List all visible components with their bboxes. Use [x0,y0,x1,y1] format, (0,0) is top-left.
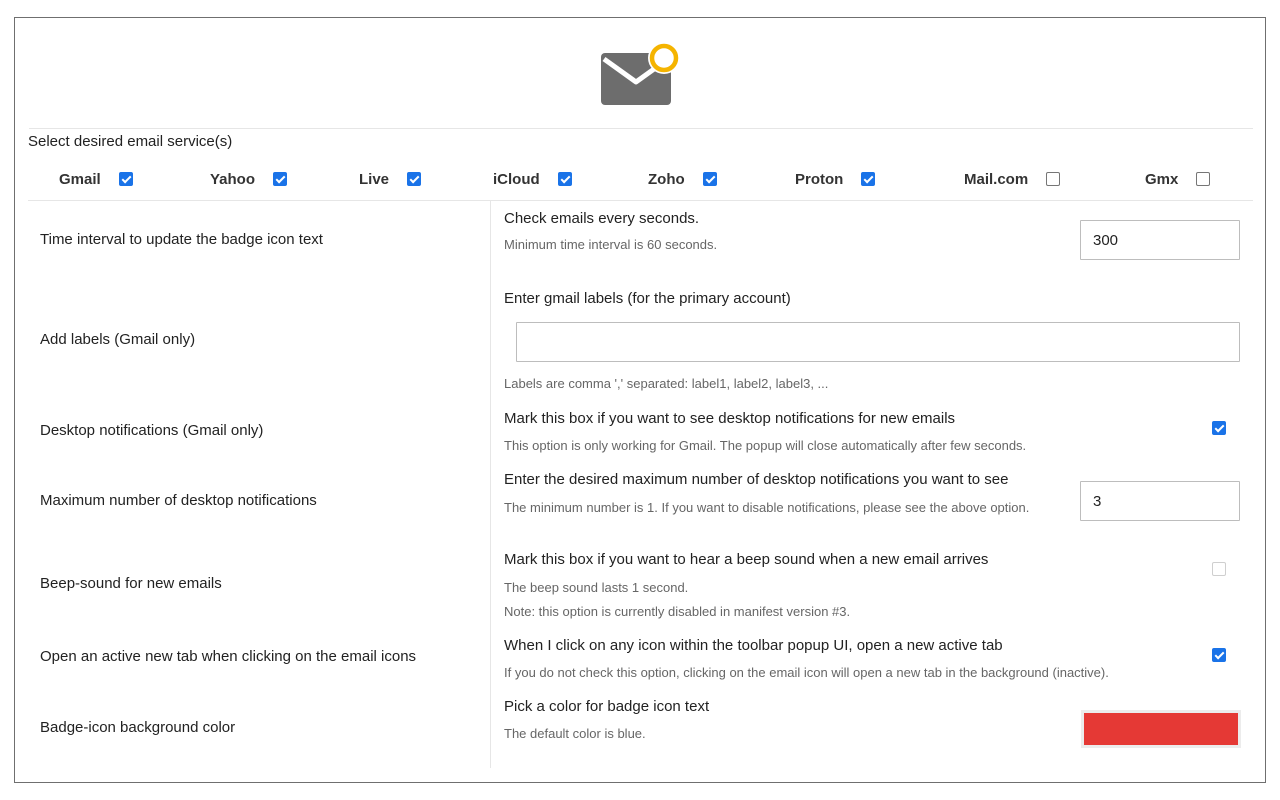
labels-input[interactable] [516,322,1240,362]
notifications-hint: This option is only working for Gmail. T… [504,438,1027,453]
service-zoho[interactable]: Zoho [648,168,717,190]
beep-label: Beep-sound for new emails [40,575,222,592]
service-zoho-checkbox[interactable] [702,172,717,186]
interval-title: Check emails every seconds. [504,210,700,227]
services-row: Gmail Yahoo Live iCloud Zoho Proton Mail… [15,168,1267,190]
active-tab-checkbox-wrap [1212,648,1226,667]
beep-title: Mark this box if you want to hear a beep… [504,551,989,568]
max-notifications-hint: The minimum number is 1. If you want to … [504,500,1030,515]
settings-divider [28,200,1253,201]
service-label: Zoho [648,170,685,188]
interval-label: Time interval to update the badge icon t… [40,231,323,248]
service-live-checkbox[interactable] [407,172,422,186]
active-tab-label: Open an active new tab when clicking on … [40,648,417,665]
service-live[interactable]: Live [359,168,422,190]
badge-color-title: Pick a color for badge icon text [504,698,710,715]
active-tab-title: When I click on any icon within the tool… [504,637,1003,654]
top-divider [29,128,1253,129]
service-icloud-checkbox[interactable] [557,172,572,186]
options-page: Select desired email service(s) Gmail Ya… [14,17,1266,783]
max-notifications-label: Maximum number of desktop notifications [40,492,317,509]
service-label: Gmx [1145,170,1179,188]
active-tab-checkbox[interactable] [1212,648,1226,662]
service-gmx-checkbox[interactable] [1196,172,1211,186]
beep-hint: The beep sound lasts 1 second. [504,580,689,595]
max-notifications-title: Enter the desired maximum number of desk… [504,471,1009,488]
service-label: Live [359,170,390,188]
labels-label: Add labels (Gmail only) [40,331,196,348]
beep-checkbox-wrap [1212,562,1226,581]
notifications-checkbox-wrap [1212,421,1226,440]
service-yahoo[interactable]: Yahoo [210,168,288,190]
interval-input[interactable]: 300 [1080,220,1240,260]
badge-color-hint: The default color is blue. [504,726,646,741]
service-icloud[interactable]: iCloud [493,168,572,190]
service-proton-checkbox[interactable] [861,172,876,186]
notifications-title: Mark this box if you want to see desktop… [504,410,956,427]
service-gmx[interactable]: Gmx [1145,168,1211,190]
service-mailcom[interactable]: Mail.com [964,168,1061,190]
badge-color-fill [1084,713,1238,745]
labels-hint: Labels are comma ',' separated: label1, … [504,376,829,391]
max-notifications-input[interactable]: 3 [1080,481,1240,521]
service-label: Gmail [59,170,101,188]
service-proton[interactable]: Proton [795,168,876,190]
beep-checkbox [1212,562,1226,576]
service-label: iCloud [493,170,540,188]
notifications-label: Desktop notifications (Gmail only) [40,422,264,439]
service-gmail[interactable]: Gmail [59,168,133,190]
service-gmail-checkbox[interactable] [118,172,133,186]
envelope-with-notification-icon [601,42,680,105]
services-title: Select desired email service(s) [28,133,233,150]
service-label: Mail.com [964,170,1029,188]
service-label: Yahoo [210,170,256,188]
service-yahoo-checkbox[interactable] [273,172,288,186]
notifications-checkbox[interactable] [1212,421,1226,435]
badge-color-label: Badge-icon background color [40,719,236,736]
interval-hint: Minimum time interval is 60 seconds. [504,237,718,252]
logo [601,42,681,110]
column-divider [490,201,491,768]
service-label: Proton [795,170,844,188]
badge-color-picker[interactable] [1081,710,1241,748]
service-mailcom-checkbox[interactable] [1046,172,1061,186]
active-tab-hint: If you do not check this option, clickin… [504,665,1109,680]
labels-title: Enter gmail labels (for the primary acco… [504,290,791,307]
beep-note: Note: this option is currently disabled … [504,604,851,619]
